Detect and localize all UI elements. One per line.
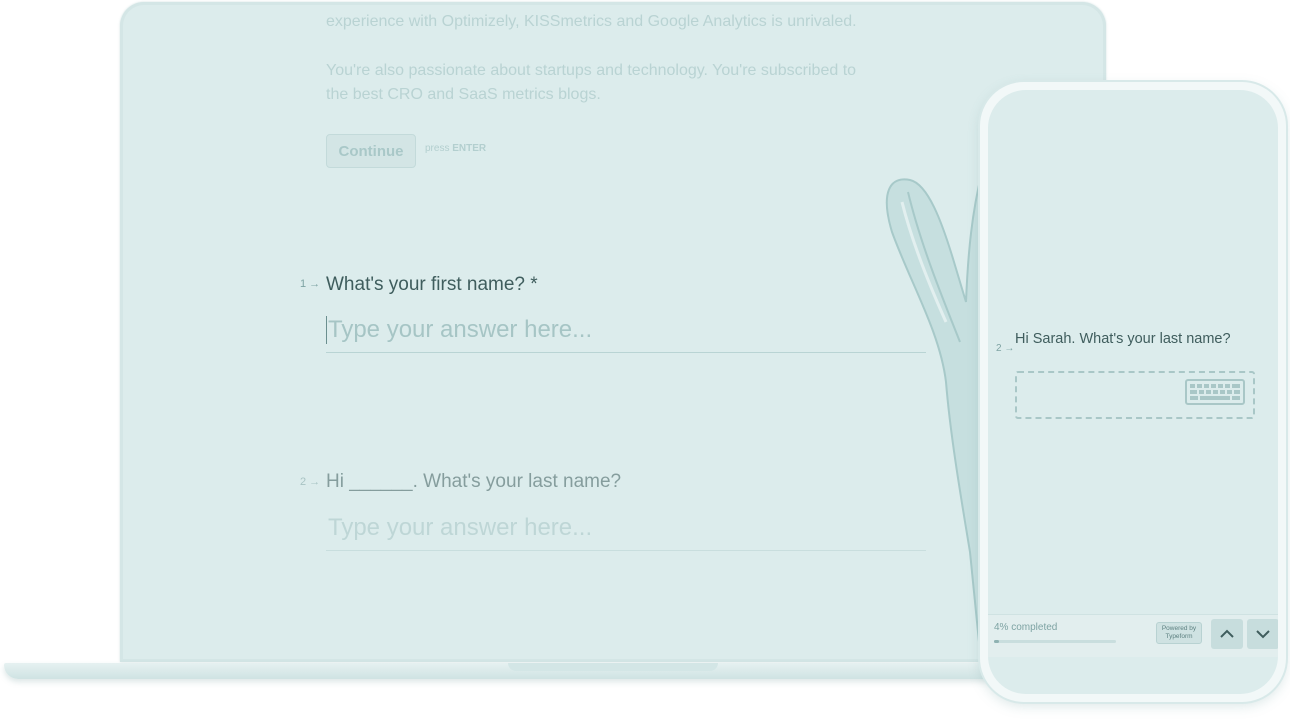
enter-key-label: ENTER bbox=[452, 143, 487, 154]
intro-paragraph: You're also passionate about startups an… bbox=[326, 59, 926, 107]
input-placeholder: Type your answer here... bbox=[328, 514, 593, 541]
laptop-screen: experience with Optimizely, KISSmetrics … bbox=[120, 2, 1106, 662]
last-name-input[interactable] bbox=[1015, 371, 1255, 419]
last-name-input[interactable]: Type your answer here... bbox=[326, 506, 926, 551]
keyboard-icon[interactable] bbox=[1185, 379, 1245, 410]
input-placeholder: Type your answer here... bbox=[328, 316, 593, 343]
question-number: 1 → bbox=[300, 278, 321, 290]
press-label: press bbox=[425, 143, 450, 154]
phone-mockup: 2 → Hi Sarah. What's your last name? 4% … bbox=[980, 82, 1286, 702]
powered-by-badge[interactable]: Powered by Typeform bbox=[1156, 622, 1202, 644]
intro-paragraph-line: the best CRO and SaaS metrics blogs. bbox=[326, 86, 601, 103]
chevron-down-icon bbox=[1256, 630, 1270, 639]
text-caret bbox=[326, 316, 327, 344]
next-question-button[interactable] bbox=[1247, 619, 1278, 649]
intro-line: experience with Optimizely, KISSmetrics … bbox=[326, 13, 857, 30]
question-number: 2 → bbox=[300, 476, 321, 488]
progress-bar-fill bbox=[994, 640, 999, 643]
continue-button[interactable]: Continue bbox=[326, 134, 416, 168]
question-title: Hi ______. What's your last name? bbox=[326, 471, 622, 492]
question-title: Hi Sarah. What's your last name? bbox=[1015, 331, 1231, 347]
chevron-up-icon bbox=[1220, 629, 1234, 638]
powered-by-brand: Typeform bbox=[1165, 633, 1193, 640]
question-title: What's your first name? * bbox=[326, 274, 538, 295]
previous-question-button[interactable] bbox=[1211, 619, 1243, 649]
intro-paragraph-line: You're also passionate about startups an… bbox=[326, 62, 857, 79]
phone-screen: 2 → Hi Sarah. What's your last name? 4% … bbox=[988, 90, 1278, 694]
progress-label: 4% completed bbox=[994, 622, 1058, 633]
first-name-input[interactable]: Type your answer here... bbox=[326, 308, 926, 353]
press-enter-hint: press ENTER bbox=[425, 143, 486, 154]
laptop-notch bbox=[508, 663, 718, 671]
progress-footer: 4% completed Powered by Typeform bbox=[988, 614, 1278, 657]
powered-by-line: Powered by bbox=[1161, 625, 1197, 632]
progress-bar bbox=[994, 640, 1116, 643]
question-number: 2 → bbox=[996, 343, 1015, 354]
